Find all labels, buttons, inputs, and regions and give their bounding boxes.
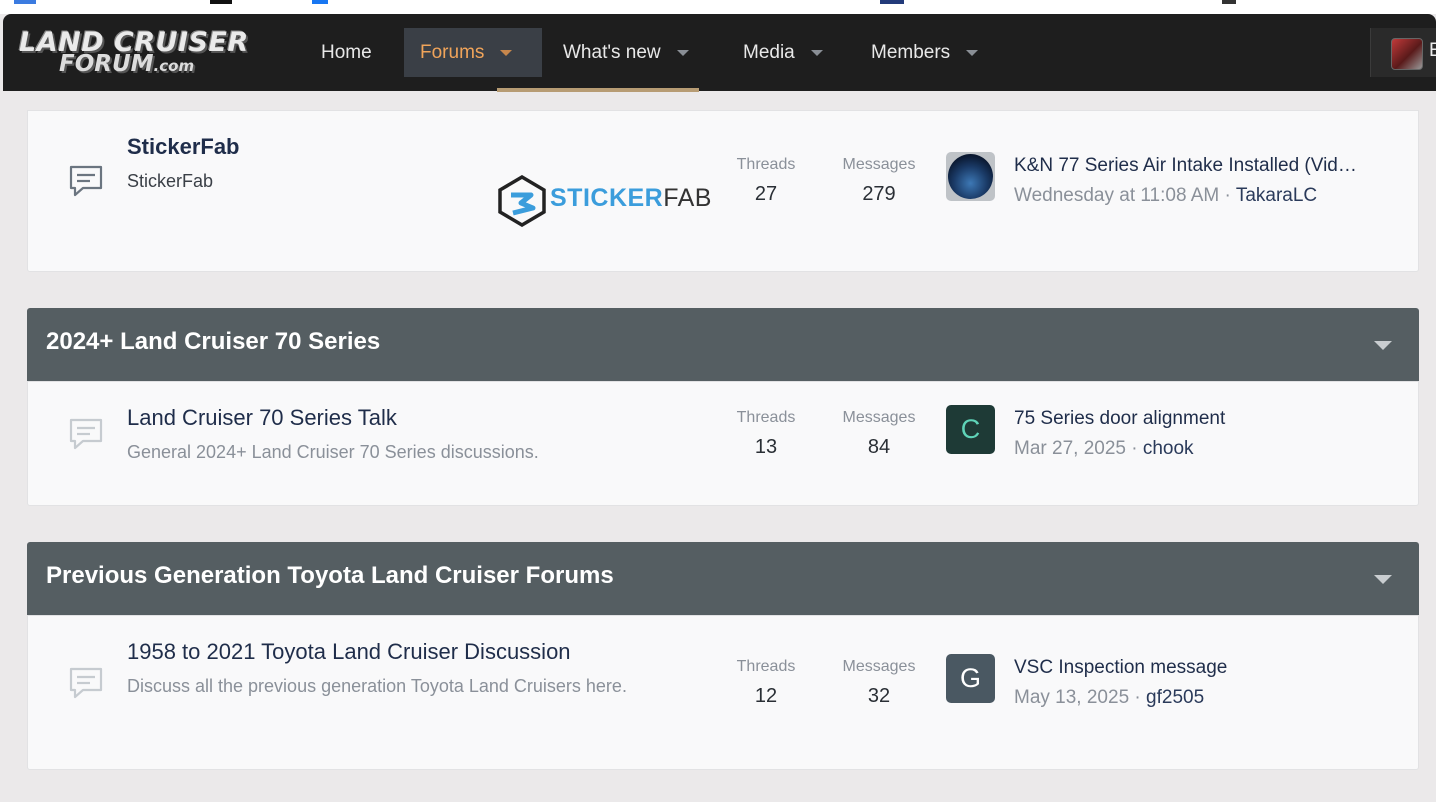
account-menu[interactable]: E [1370, 28, 1436, 77]
chevron-down-icon[interactable] [676, 49, 689, 56]
messages-label: Messages [842, 658, 916, 675]
chevron-down-icon[interactable] [966, 49, 979, 56]
site-logo[interactable]: LAND CRUISER FORUM.com [19, 27, 287, 77]
bookmark-icon[interactable] [312, 0, 328, 4]
forum-node-title[interactable]: 1958 to 2021 Toyota Land Cruiser Discuss… [127, 639, 571, 665]
category-header: 2024+ Land Cruiser 70 Series [27, 308, 1419, 381]
collapse-toggle-icon[interactable] [1374, 575, 1392, 584]
top-navigation: LAND CRUISER FORUM.com Home Forums What'… [3, 14, 1436, 91]
last-post-user[interactable]: gf2505 [1146, 687, 1204, 708]
threads-count: 13 [754, 436, 778, 458]
forum-node-title[interactable]: StickerFab [127, 134, 240, 160]
forum-node-title[interactable]: Land Cruiser 70 Series Talk [127, 405, 397, 431]
last-post-meta: Mar 27, 2025 · chook [1014, 438, 1194, 459]
threads-label: Threads [736, 658, 796, 675]
last-post-meta: Wednesday at 11:08 AM · TakaraLC [1014, 185, 1318, 206]
messages-count: 32 [867, 685, 891, 707]
nav-forums-label: Forums [420, 41, 485, 63]
category-header: Previous Generation Toyota Land Cruiser … [27, 542, 1419, 615]
last-post-time[interactable]: Mar 27, 2025 [1014, 438, 1126, 459]
threads-label: Threads [736, 409, 796, 426]
stickerfab-logo-icon [498, 175, 546, 227]
messages-label: Messages [842, 156, 916, 173]
nav-members-label: Members [871, 41, 951, 63]
nav-members[interactable]: Members [855, 28, 994, 77]
avatar-image [948, 154, 993, 199]
chevron-down-icon[interactable] [810, 49, 823, 56]
avatar[interactable]: C [946, 405, 995, 454]
last-post-time[interactable]: Wednesday at 11:08 AM [1014, 185, 1219, 206]
forum-node-icon [69, 165, 103, 197]
chevron-down-icon[interactable] [500, 49, 513, 56]
bookmark-icon[interactable] [880, 0, 904, 4]
last-post-user[interactable]: chook [1143, 438, 1194, 459]
sponsor-logo[interactable]: STICKERFAB [497, 170, 711, 230]
nav-whats-new-label: What's new [563, 41, 661, 63]
bookmark-bar [0, 0, 1436, 14]
bookmark-icon[interactable] [210, 0, 232, 4]
bookmark-icon[interactable] [14, 0, 36, 4]
avatar[interactable] [1391, 38, 1423, 70]
forum-node-description: Discuss all the previous generation Toyo… [127, 676, 627, 696]
last-post-title[interactable]: VSC Inspection message [1014, 657, 1384, 679]
threads-count: 12 [754, 685, 778, 707]
avatar[interactable] [946, 152, 995, 201]
last-post-title[interactable]: 75 Series door alignment [1014, 408, 1384, 430]
category-title[interactable]: Previous Generation Toyota Land Cruiser … [46, 562, 614, 590]
collapse-toggle-icon[interactable] [1374, 341, 1392, 350]
forum-node-icon [69, 667, 103, 699]
messages-count: 279 [862, 183, 896, 205]
last-post-time[interactable]: May 13, 2025 [1014, 687, 1129, 708]
threads-count: 27 [754, 183, 778, 205]
sponsor-banner-edge [497, 88, 699, 92]
last-post-meta: May 13, 2025 · gf2505 [1014, 687, 1205, 708]
bookmark-icon[interactable] [1222, 0, 1236, 4]
nav-media-label: Media [743, 41, 795, 63]
forum-node-description: General 2024+ Land Cruiser 70 Series dis… [127, 442, 539, 462]
messages-label: Messages [842, 409, 916, 426]
messages-count: 84 [867, 436, 891, 458]
avatar[interactable]: G [946, 654, 995, 703]
last-post-user[interactable]: TakaraLC [1236, 185, 1317, 206]
nav-forums[interactable]: Forums [404, 28, 542, 77]
account-name[interactable]: E [1429, 40, 1436, 62]
threads-label: Threads [736, 156, 796, 173]
nav-home-label: Home [321, 41, 372, 63]
forum-node-icon [69, 418, 103, 450]
category-title[interactable]: 2024+ Land Cruiser 70 Series [46, 328, 380, 356]
last-post-title[interactable]: K&N 77 Series Air Intake Installed (Vid… [1014, 155, 1384, 177]
forum-node-description: StickerFab [127, 171, 214, 191]
nav-media[interactable]: Media [727, 28, 839, 77]
nav-home[interactable]: Home [305, 28, 388, 77]
nav-whats-new[interactable]: What's new [547, 28, 705, 77]
